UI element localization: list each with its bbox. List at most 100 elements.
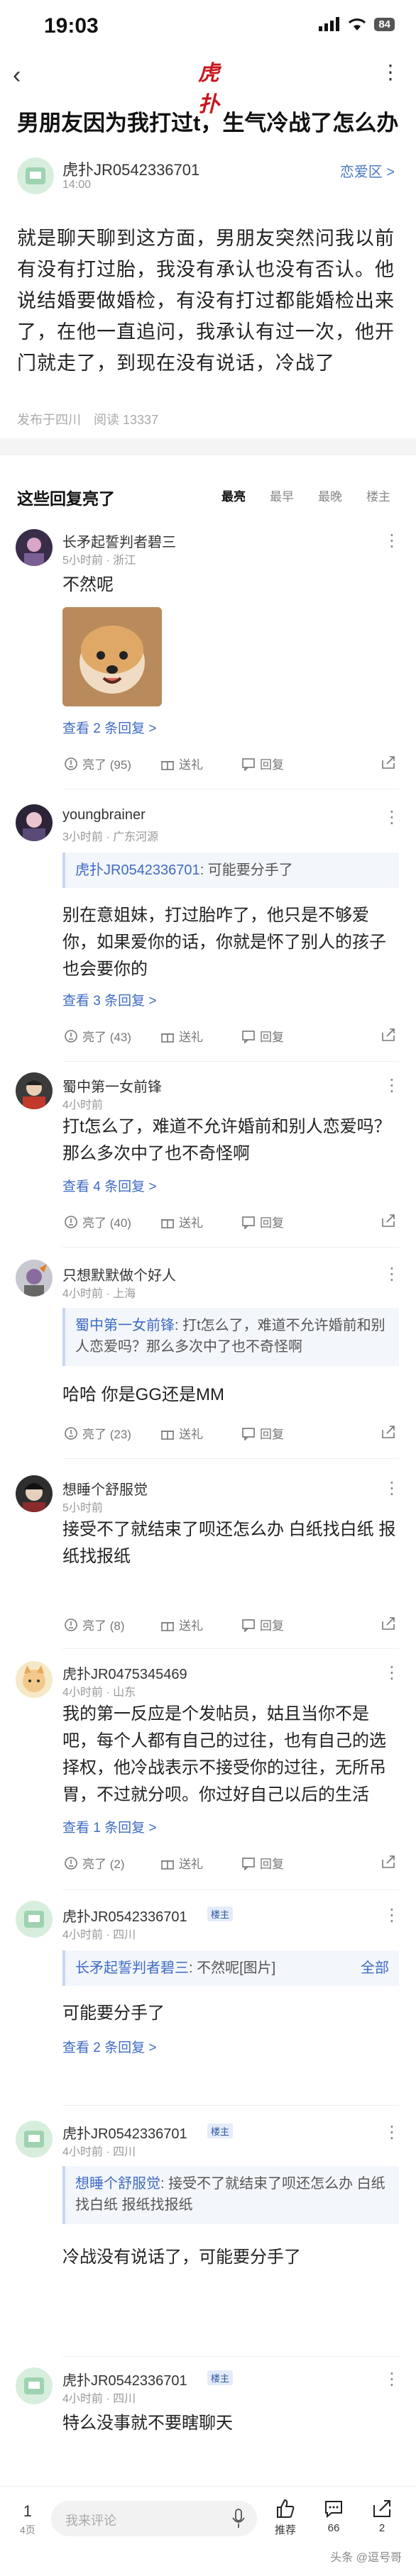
more-icon[interactable]: ⋮	[383, 1478, 400, 1499]
light-button[interactable]: 亮了 (23)	[64, 1424, 131, 1442]
share-button[interactable]	[381, 1213, 396, 1228]
gift-button[interactable]: 送礼	[160, 1854, 203, 1872]
light-button[interactable]: 亮了 (95)	[64, 755, 131, 772]
page-indicator[interactable]: 1 4页	[20, 2502, 35, 2539]
comment-meta: 4小时前 · 上海	[62, 1288, 136, 1300]
comment-image-dog[interactable]	[62, 607, 162, 706]
light-button[interactable]: 亮了 (2)	[64, 1854, 125, 1872]
comment-input[interactable]: 我来评论	[51, 2501, 257, 2536]
reply-icon	[242, 1427, 255, 1440]
light-button[interactable]: 亮了 (40)	[64, 1213, 131, 1231]
avatar[interactable]	[16, 2121, 53, 2158]
gift-button[interactable]: 送礼	[160, 1213, 203, 1231]
comment-author[interactable]: 只想默默做个好人	[62, 1264, 176, 1284]
more-icon[interactable]: ⋮	[383, 2369, 400, 2389]
quoted-reply[interactable]: 蜀中第一女前锋: 打t怎么了，难道不允许婚前和别人恋爱吗？那么多次中了也不奇怪啊	[62, 1308, 399, 1366]
reply-button[interactable]: 回复	[241, 1213, 284, 1231]
reply-icon	[242, 1857, 255, 1870]
avatar[interactable]	[16, 1475, 53, 1512]
comment-author[interactable]: 长矛起誓判者碧三	[62, 531, 176, 551]
share-button[interactable]	[381, 1616, 396, 1631]
comment-author[interactable]: youngbrainer	[62, 807, 146, 823]
gift-button[interactable]: 送礼	[160, 1027, 203, 1045]
quote-all-link[interactable]: 全部	[361, 1958, 389, 1979]
comment-author[interactable]: 虎扑JR0475345469	[62, 1662, 187, 1683]
microphone-icon[interactable]	[231, 2508, 246, 2529]
more-icon[interactable]: ⋮	[383, 1264, 400, 1284]
share-button[interactable]	[381, 1854, 396, 1870]
comment-input-placeholder: 我来评论	[65, 2514, 116, 2528]
light-button[interactable]: 亮了 (8)	[64, 1616, 125, 1633]
divider	[62, 1458, 399, 1459]
avatar[interactable]	[16, 804, 53, 841]
comment-author[interactable]: 蜀中第一女前锋	[62, 1075, 162, 1096]
share-bottom-button[interactable]: 2	[361, 2498, 403, 2534]
comment-author[interactable]: 虎扑JR0542336701	[62, 1905, 187, 1926]
reply-button[interactable]: 回复	[241, 1854, 284, 1872]
more-icon[interactable]: ⋮	[383, 2122, 400, 2143]
avatar[interactable]	[16, 529, 53, 566]
comment-author[interactable]: 虎扑JR0542336701	[62, 2122, 187, 2143]
quoted-reply[interactable]: 长矛起誓判者碧三: 不然呢[图片] 全部	[62, 1950, 399, 1986]
view-replies-link[interactable]: 查看 1 条回复 >	[62, 1817, 157, 1836]
comment-actions: 亮了 (95) 送礼 回复	[64, 750, 405, 772]
share-button[interactable]	[381, 1027, 396, 1043]
comment-author[interactable]: 想睡个舒服觉	[62, 1478, 148, 1499]
comment-author[interactable]: 虎扑JR0542336701	[62, 2369, 187, 2389]
comment-text: 特么没事就不要瞎聊天	[62, 2414, 233, 2433]
more-icon[interactable]: ⋮	[383, 1075, 400, 1096]
gift-button[interactable]: 送礼	[160, 1424, 203, 1442]
share-icon	[373, 2500, 390, 2517]
current-page: 1	[23, 2502, 33, 2520]
quoted-author: 蜀中第一女前锋	[75, 1318, 175, 1333]
avatar[interactable]	[16, 2367, 53, 2404]
author-name[interactable]: 虎扑JR0542336701	[62, 157, 199, 180]
board-link[interactable]: 恋爱区 >	[340, 160, 395, 181]
reply-button[interactable]: 回复	[241, 1616, 284, 1633]
view-replies-link[interactable]: 查看 2 条回复 >	[62, 718, 157, 737]
comment-text: 冷战没有说话了，可能要分手了	[62, 2248, 301, 2267]
share-icon	[382, 756, 395, 769]
reply-button[interactable]: 回复	[241, 755, 284, 772]
divider	[62, 2105, 399, 2106]
post-author: 虎扑JR0542336701 14:00 恋爱区 >	[17, 155, 400, 197]
avatar[interactable]	[16, 1072, 53, 1109]
share-button[interactable]	[381, 755, 396, 770]
sort-tab-earliest[interactable]: 最早	[270, 487, 294, 504]
comment-bubble-icon	[325, 2501, 342, 2519]
gift-icon	[161, 1033, 174, 1043]
avatar[interactable]	[16, 1260, 53, 1297]
quoted-reply[interactable]: 虎扑JR0542336701: 可能要分手了	[62, 853, 399, 888]
avatar[interactable]	[16, 1661, 53, 1698]
more-icon[interactable]: ⋮	[383, 1905, 400, 1926]
op-badge: 楼主	[207, 2370, 234, 2385]
avatar[interactable]	[16, 1901, 53, 1938]
view-replies-link[interactable]: 查看 4 条回复 >	[62, 1176, 157, 1195]
section-divider	[0, 438, 416, 455]
more-icon[interactable]: ⋮	[383, 807, 400, 828]
back-icon[interactable]: ‹	[13, 61, 21, 89]
comment-actions: 亮了 (43) 送礼 回复	[64, 1023, 405, 1044]
light-count: 亮了 (95)	[82, 758, 131, 772]
comments-button[interactable]: 66	[312, 2498, 355, 2534]
comment-actions: 亮了 (8) 送礼 回复	[64, 1611, 405, 1633]
quoted-reply[interactable]: 想睡个舒服觉: 接受不了就结束了呗还怎么办 白纸找白纸 报纸找报纸	[62, 2166, 399, 2224]
gift-button[interactable]: 送礼	[160, 755, 203, 772]
view-replies-link[interactable]: 查看 2 条回复 >	[62, 2037, 157, 2056]
reply-button[interactable]: 回复	[241, 1027, 284, 1045]
sort-tab-op[interactable]: 楼主	[366, 487, 390, 504]
view-replies-link[interactable]: 查看 3 条回复 >	[62, 990, 157, 1009]
avatar-icon	[24, 538, 44, 566]
share-button[interactable]	[381, 1424, 396, 1440]
reply-button[interactable]: 回复	[241, 1424, 284, 1442]
gift-button[interactable]: 送礼	[160, 1616, 203, 1633]
more-icon[interactable]: ⋮	[383, 531, 400, 551]
sort-tab-brightest[interactable]: 最亮	[221, 487, 246, 504]
light-button[interactable]: 亮了 (43)	[64, 1027, 131, 1045]
comment-meta: 4小时前	[62, 1099, 103, 1111]
avatar[interactable]	[17, 157, 54, 194]
more-icon[interactable]: ⋮	[381, 58, 400, 87]
recommend-button[interactable]: 推荐	[264, 2498, 307, 2537]
sort-tab-latest[interactable]: 最晚	[318, 487, 342, 504]
more-icon[interactable]: ⋮	[383, 1662, 400, 1683]
